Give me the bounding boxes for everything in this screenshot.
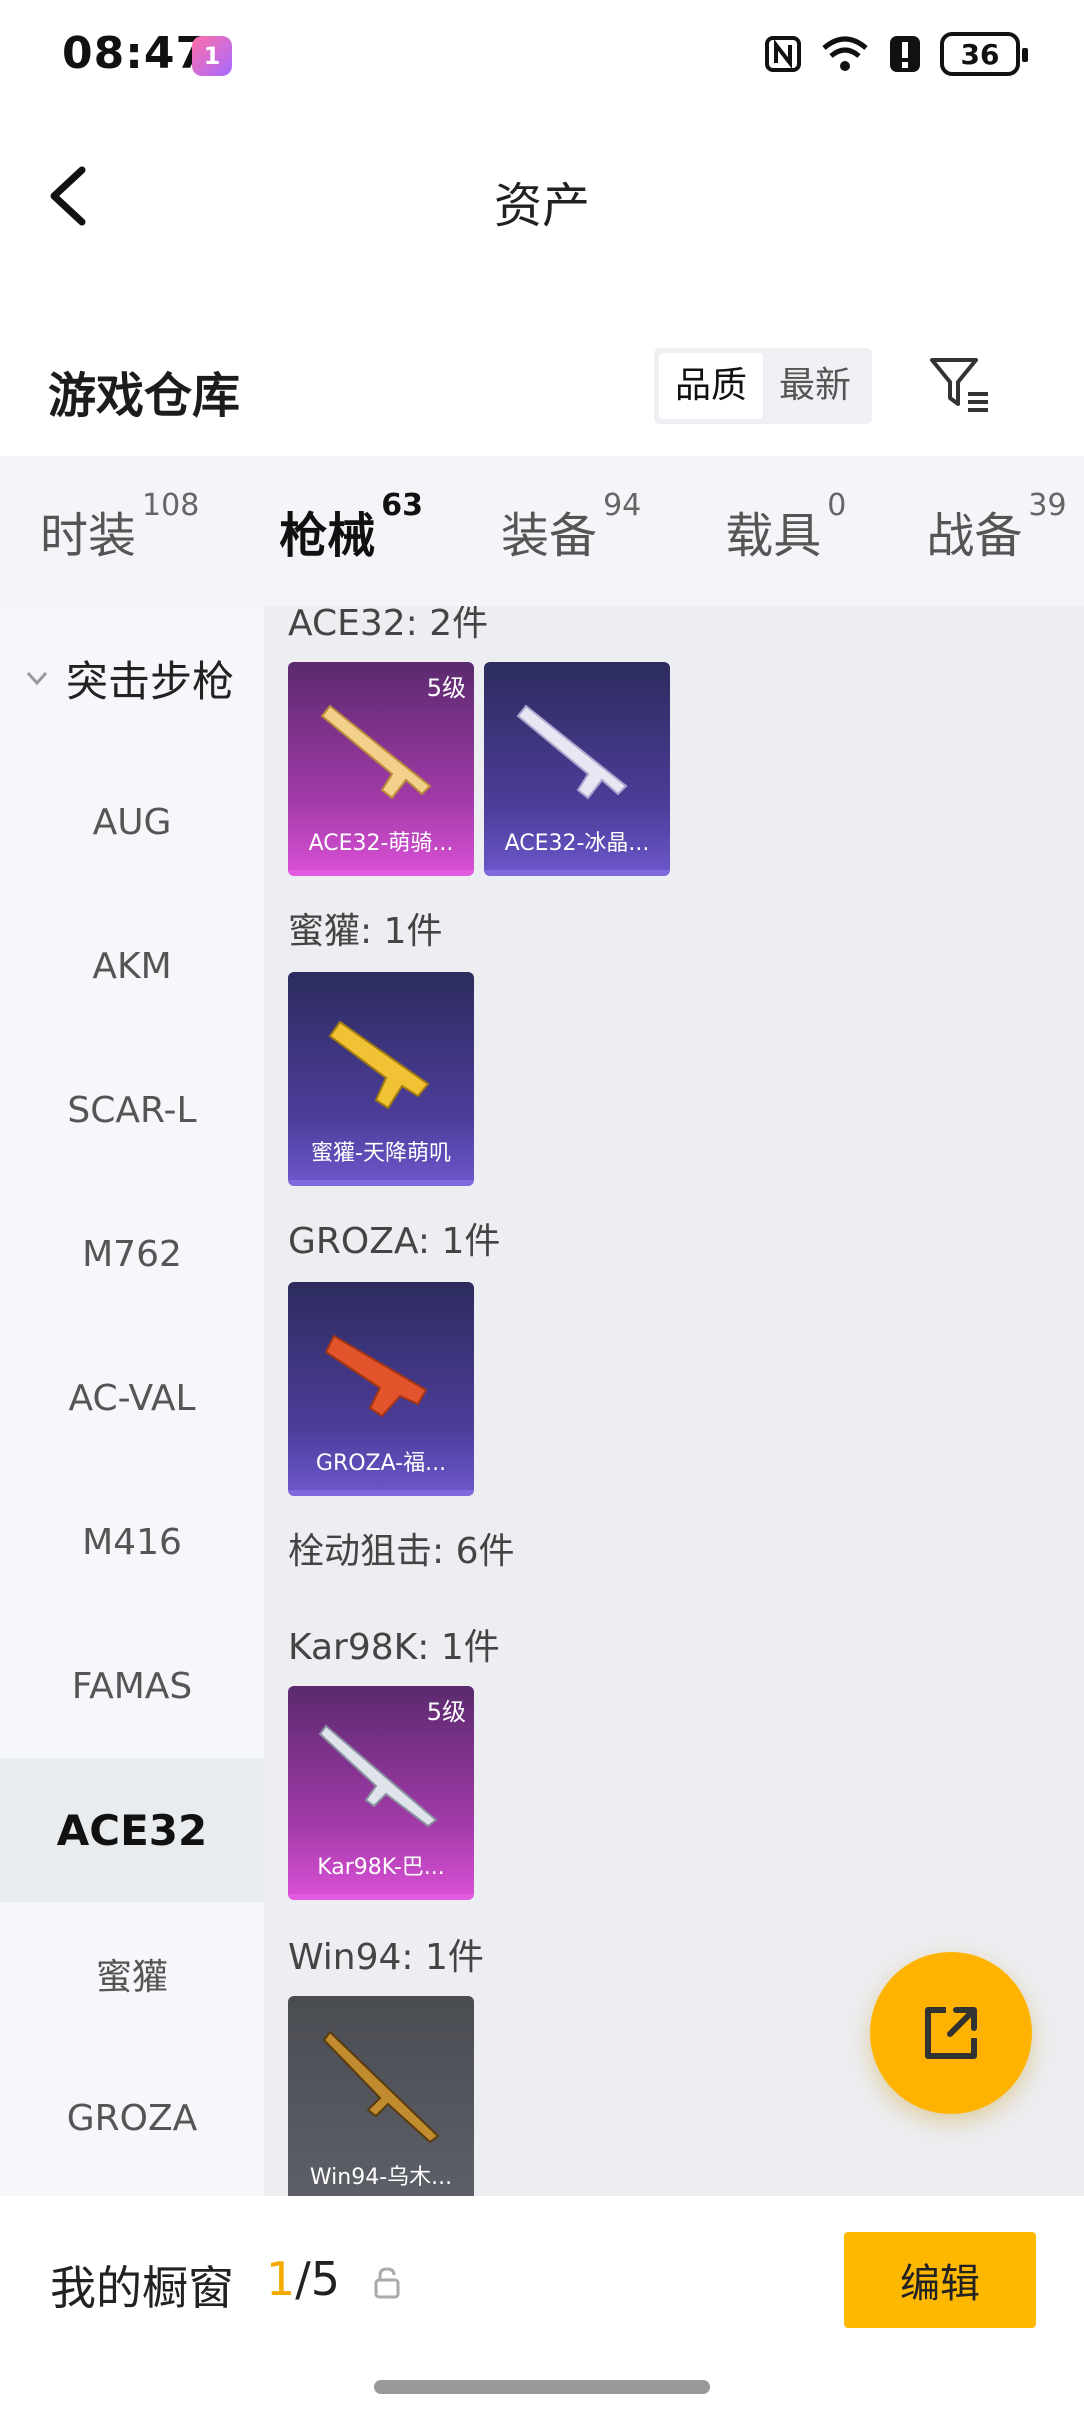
tab-count: 0 bbox=[827, 488, 847, 523]
page-title: 资产 bbox=[493, 178, 590, 234]
skin-card[interactable]: 5级 Kar98K-巴... bbox=[288, 1686, 474, 1900]
skin-card[interactable]: ACE32-冰晶... bbox=[484, 662, 670, 876]
edit-button[interactable]: 编辑 bbox=[844, 2232, 1036, 2328]
rifle-icon bbox=[324, 1334, 428, 1418]
sidebar-group-label: 突击步枪 bbox=[66, 656, 235, 706]
showcase-count: 1/5 bbox=[266, 2252, 340, 2306]
group-label-bolt-snipers: 栓动狙击: 6件 bbox=[288, 1531, 515, 1572]
home-indicator[interactable] bbox=[374, 2380, 710, 2394]
tab-label: 载具 bbox=[725, 508, 822, 564]
rifle-icon bbox=[322, 2030, 440, 2144]
alert-icon bbox=[890, 36, 920, 72]
status-time: 08:47 bbox=[62, 28, 208, 79]
rifle-icon bbox=[318, 1724, 438, 1828]
tab-count: 39 bbox=[1028, 488, 1067, 523]
sort-toggle: 品质 最新 bbox=[654, 348, 872, 424]
card-name: 蜜獾-天降萌叽 bbox=[311, 1141, 451, 1166]
card-name: Win94-乌木... bbox=[309, 2165, 453, 2190]
group-label-win94: Win94: 1件 bbox=[288, 1937, 484, 1978]
filter-button[interactable] bbox=[924, 348, 996, 420]
tab-label: 枪械 bbox=[279, 508, 376, 564]
tab-label: 装备 bbox=[501, 508, 598, 564]
group-label-ace32: ACE32: 2件 bbox=[288, 606, 489, 644]
skin-card[interactable]: 5级 ACE32-萌骑... bbox=[288, 662, 474, 876]
rifle-icon bbox=[516, 704, 628, 800]
tab-equipment[interactable]: 装备 94 bbox=[501, 488, 641, 566]
sidebar-item-scar-l[interactable]: SCAR-L bbox=[0, 1038, 264, 1182]
tab-guns[interactable]: 枪械 63 bbox=[279, 488, 423, 616]
category-tabs: 时装 108 枪械 63 装备 94 载具 0 战备 39 bbox=[0, 456, 1084, 616]
rifle-icon bbox=[320, 704, 432, 800]
sidebar-item-honey-badger[interactable]: 蜜獾 bbox=[0, 1902, 264, 2046]
skin-card[interactable]: Win94-乌木... bbox=[288, 1996, 474, 2196]
card-name: ACE32-萌骑... bbox=[308, 831, 454, 856]
group-label-groza: GROZA: 1件 bbox=[288, 1221, 501, 1262]
tab-count: 94 bbox=[603, 488, 642, 523]
sidebar-item-aug[interactable]: AUG bbox=[0, 750, 264, 894]
sidebar-item-groza[interactable]: GROZA bbox=[0, 2046, 264, 2190]
sidebar-group-assault-rifles[interactable]: 突击步枪 bbox=[0, 606, 264, 750]
sidebar-item-ace32[interactable]: ACE32 bbox=[0, 1758, 264, 1902]
card-name: ACE32-冰晶... bbox=[504, 831, 650, 856]
showcase-label: 我的橱窗 bbox=[50, 2261, 234, 2315]
group-label-kar98k: Kar98K: 1件 bbox=[288, 1627, 500, 1668]
showcase-count-current: 1 bbox=[266, 2252, 296, 2306]
sidebar-item-m416[interactable]: M416 bbox=[0, 1470, 264, 1614]
sort-option-newest[interactable]: 最新 bbox=[763, 353, 867, 419]
showcase-count-total: /5 bbox=[295, 2252, 341, 2306]
status-bar: 08:47 1 36 bbox=[0, 0, 1084, 110]
sort-option-quality[interactable]: 品质 bbox=[659, 353, 763, 419]
tab-label: 时装 bbox=[40, 508, 137, 564]
warehouse-header: 游戏仓库 品质 最新 bbox=[0, 330, 1084, 450]
card-name: Kar98K-巴... bbox=[317, 1855, 445, 1880]
wifi-icon bbox=[822, 36, 868, 71]
chevron-down-icon bbox=[26, 671, 48, 686]
sidebar-item-ac-val[interactable]: AC-VAL bbox=[0, 1326, 264, 1470]
battery-indicator: 36 bbox=[940, 32, 1028, 76]
group-label-honey-badger: 蜜獾: 1件 bbox=[288, 911, 443, 952]
tab-vehicles[interactable]: 载具 0 bbox=[725, 488, 846, 566]
skin-card[interactable]: 蜜獾-天降萌叽 bbox=[288, 972, 474, 1186]
weapon-sidebar: 突击步枪 AUG AKM SCAR-L M762 AC-VAL M416 FAM… bbox=[0, 606, 264, 2196]
sidebar-item-akm[interactable]: AKM bbox=[0, 894, 264, 1038]
rifle-icon bbox=[328, 1020, 430, 1110]
filter-icon bbox=[930, 358, 988, 412]
app-header: 资产 bbox=[0, 110, 1084, 280]
status-icons: 36 bbox=[764, 32, 1028, 76]
tab-label: 战备 bbox=[926, 508, 1023, 564]
skin-card[interactable]: GROZA-福... bbox=[288, 1282, 474, 1496]
lock-icon bbox=[374, 2267, 400, 2299]
section-title: 游戏仓库 bbox=[48, 368, 241, 424]
app-notification-badge: 1 bbox=[192, 36, 232, 76]
sidebar-item-famas[interactable]: FAMAS bbox=[0, 1614, 264, 1758]
share-icon bbox=[925, 2007, 977, 2059]
share-button[interactable] bbox=[870, 1952, 1032, 2114]
sidebar-item-m762[interactable]: M762 bbox=[0, 1182, 264, 1326]
tab-count: 63 bbox=[381, 488, 424, 523]
nfc-icon bbox=[765, 36, 801, 72]
tab-fashion[interactable]: 时装 108 bbox=[40, 488, 199, 566]
card-name: GROZA-福... bbox=[315, 1451, 447, 1476]
tab-count: 108 bbox=[142, 488, 200, 523]
tab-combat-prep[interactable]: 战备 39 bbox=[926, 488, 1066, 566]
